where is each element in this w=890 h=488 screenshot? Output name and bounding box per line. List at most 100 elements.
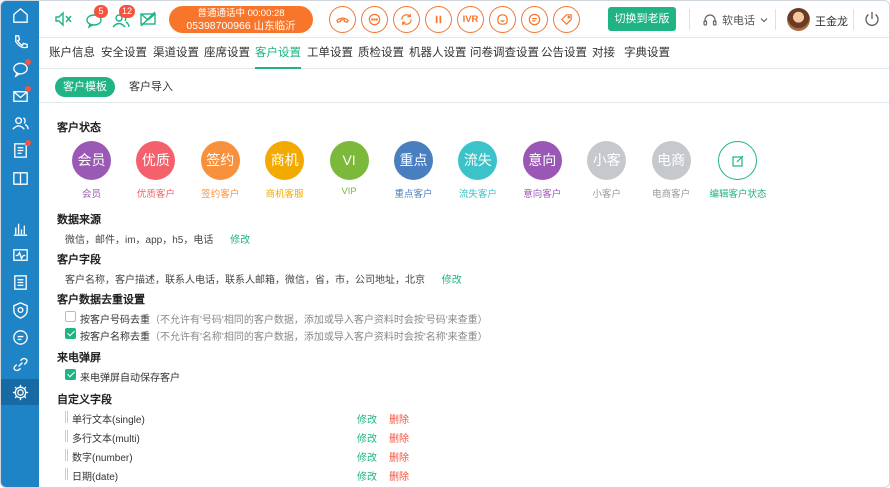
popup-save-checkbox[interactable] bbox=[65, 369, 76, 380]
custom-field-name: 单行文本(single) bbox=[72, 415, 145, 426]
edit-fields-link[interactable]: 修改 bbox=[442, 275, 462, 286]
hangup-button[interactable] bbox=[329, 6, 356, 33]
sms-button[interactable] bbox=[521, 6, 548, 33]
tag-button[interactable] bbox=[553, 6, 580, 33]
delete-field-link[interactable]: 删除 bbox=[389, 430, 409, 445]
status-circle[interactable]: 小客 bbox=[587, 141, 627, 180]
drag-handle-icon[interactable] bbox=[65, 411, 68, 423]
drag-handle-icon[interactable] bbox=[65, 449, 68, 461]
edit-status-button[interactable] bbox=[718, 141, 757, 180]
sidebar-home[interactable] bbox=[1, 2, 39, 28]
status-circle[interactable]: 签约 bbox=[200, 141, 240, 180]
sidebar-report[interactable] bbox=[1, 269, 39, 295]
tab-customer-template[interactable]: 客户模板 bbox=[55, 77, 115, 97]
status-circle[interactable]: 意向 bbox=[522, 141, 562, 180]
power-icon[interactable] bbox=[863, 10, 881, 28]
nav-security[interactable]: 安全设置 bbox=[101, 38, 147, 69]
nav-channel[interactable]: 渠道设置 bbox=[153, 38, 199, 69]
sidebar-integration[interactable] bbox=[1, 351, 39, 377]
notification-dot bbox=[25, 86, 31, 92]
data-source-row: 微信，邮件，im，app，h5，电话 修改 bbox=[65, 231, 250, 246]
pause-icon bbox=[435, 15, 442, 24]
nav-notice[interactable]: 公告设置 bbox=[541, 38, 587, 69]
sidebar-contacts[interactable] bbox=[1, 110, 39, 136]
sidebar-messages[interactable] bbox=[1, 324, 39, 350]
report-icon bbox=[13, 274, 27, 290]
edit-field-link[interactable]: 修改 bbox=[357, 468, 377, 483]
sidebar-knowledge[interactable] bbox=[1, 165, 39, 191]
sidebar-statistics[interactable] bbox=[1, 215, 39, 241]
edit-icon bbox=[731, 155, 743, 167]
sidebar-quality[interactable] bbox=[1, 297, 39, 323]
switch-old-version-button[interactable]: 切换到老版 bbox=[608, 7, 676, 31]
message-icon bbox=[12, 329, 28, 345]
nav-survey[interactable]: 问卷调查设置 bbox=[470, 38, 539, 69]
bar-chart-icon bbox=[13, 223, 27, 236]
section-title-source: 数据来源 bbox=[57, 214, 101, 226]
nav-customer[interactable]: 客户设置 bbox=[255, 38, 301, 69]
custom-field-row: 数字(number) 修改 删除 bbox=[65, 447, 425, 464]
status-circle[interactable]: 优质 bbox=[136, 141, 176, 180]
sms-icon bbox=[528, 13, 541, 26]
edit-status-label[interactable]: 编辑客户状态 bbox=[703, 186, 773, 200]
status-label: 小客户 bbox=[592, 189, 621, 200]
drag-handle-icon[interactable] bbox=[65, 430, 68, 442]
delete-field-link[interactable]: 删除 bbox=[389, 411, 409, 426]
consult-button[interactable] bbox=[361, 6, 388, 33]
ivr-button[interactable]: IVR bbox=[457, 6, 484, 33]
nav-ticket[interactable]: 工单设置 bbox=[307, 38, 353, 69]
sidebar-settings[interactable] bbox=[1, 379, 39, 405]
customer-fields-row: 客户名称，客户描述，联系人电话，联系人邮箱，微信，省，市，公司地址，北京 修改 bbox=[65, 271, 462, 286]
nav-account-info[interactable]: 账户信息 bbox=[49, 38, 95, 69]
status-circle[interactable]: 会员 bbox=[72, 141, 111, 180]
status-circle[interactable]: 流失 bbox=[458, 141, 498, 180]
section-title-popup: 来电弹屏 bbox=[57, 352, 101, 364]
status-circle[interactable]: 重点 bbox=[394, 141, 433, 180]
custom-field-name: 日期(date) bbox=[72, 472, 119, 483]
sidebar-monitor[interactable] bbox=[1, 242, 39, 268]
delete-field-link[interactable]: 删除 bbox=[389, 468, 409, 483]
edit-field-link[interactable]: 修改 bbox=[357, 411, 377, 426]
book-icon bbox=[12, 171, 28, 185]
softphone-dropdown[interactable]: 软电话 bbox=[702, 11, 773, 29]
tag-icon bbox=[560, 14, 572, 26]
status-circle[interactable]: VI bbox=[329, 141, 369, 180]
shield-icon bbox=[12, 301, 28, 319]
edit-field-link[interactable]: 修改 bbox=[357, 449, 377, 464]
satisfaction-button[interactable] bbox=[489, 6, 516, 33]
sidebar-chat[interactable] bbox=[1, 56, 39, 82]
top-toolbar: 5 12 普通通话中 00:00:28 05398700966 山东临沂 IVR bbox=[39, 1, 889, 38]
delete-field-link[interactable]: 删除 bbox=[389, 449, 409, 464]
call-status-pill: 普通通话中 00:00:28 05398700966 山东临沂 bbox=[169, 6, 313, 33]
avatar[interactable] bbox=[787, 8, 810, 31]
dedup-name-checkbox[interactable] bbox=[65, 328, 76, 339]
nav-integration[interactable]: 对接 bbox=[592, 38, 615, 69]
edit-field-link[interactable]: 修改 bbox=[357, 430, 377, 445]
edit-source-link[interactable]: 修改 bbox=[230, 235, 250, 246]
contacts-notify-button[interactable]: 12 bbox=[109, 5, 136, 31]
dedup-phone-checkbox[interactable] bbox=[65, 311, 76, 322]
nav-robot[interactable]: 机器人设置 bbox=[409, 38, 467, 69]
nav-dictionary[interactable]: 字典设置 bbox=[624, 38, 670, 69]
dedup-name-option: 按客户名称去重（不允许有'名称'相同的客户数据，添加或导入客户资料时会按'名称'… bbox=[80, 328, 488, 343]
nav-seat[interactable]: 座席设置 bbox=[204, 38, 250, 69]
sidebar-tickets[interactable] bbox=[1, 137, 39, 163]
username[interactable]: 王金龙 bbox=[815, 13, 848, 29]
chat-notify-button[interactable]: 5 bbox=[82, 5, 108, 31]
notification-dot bbox=[25, 59, 31, 65]
divider bbox=[689, 9, 690, 30]
transfer-button[interactable] bbox=[393, 6, 420, 33]
tab-customer-import[interactable]: 客户导入 bbox=[121, 77, 181, 97]
status-circle[interactable]: 电商 bbox=[651, 141, 691, 180]
drag-handle-icon[interactable] bbox=[65, 468, 68, 480]
hold-button[interactable] bbox=[425, 6, 452, 33]
mute-button[interactable] bbox=[51, 7, 75, 31]
ivr-label: IVR bbox=[462, 14, 479, 25]
nav-quality[interactable]: 质检设置 bbox=[358, 38, 404, 69]
section-title-fields: 客户字段 bbox=[57, 254, 101, 266]
mail-notify-button[interactable] bbox=[136, 7, 160, 31]
content-area: 客户状态 编辑客户状态 数据来源 微信，邮件，im，app，h5，电话 修改 客… bbox=[57, 103, 889, 487]
status-circle[interactable]: 商机 bbox=[265, 141, 305, 180]
sidebar-phone[interactable] bbox=[1, 29, 39, 55]
sidebar-mail[interactable] bbox=[1, 83, 39, 109]
